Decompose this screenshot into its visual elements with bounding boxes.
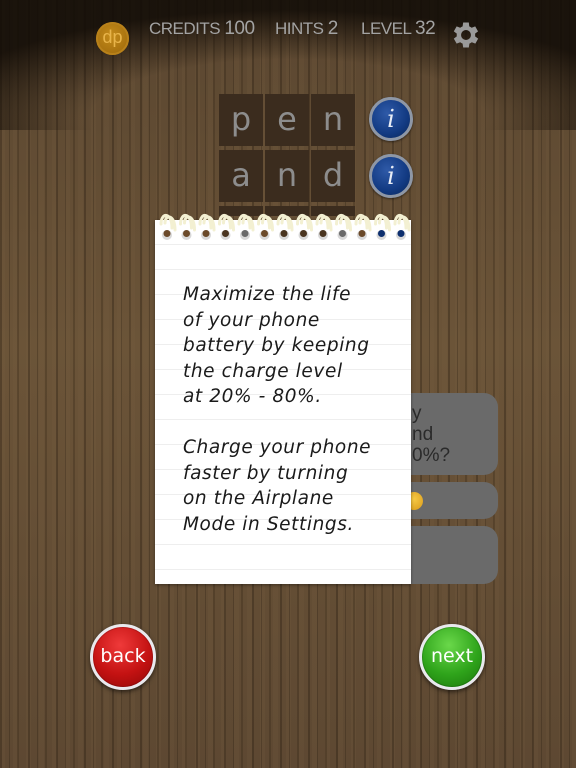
answer-bubble-text: y nd 0%? (412, 403, 451, 466)
next-button[interactable]: next (419, 624, 485, 690)
spiral-ring (315, 214, 333, 240)
spiral-ring (237, 214, 255, 240)
spiral-ring (159, 214, 177, 240)
level-value: 32 (415, 18, 436, 39)
letter-tile[interactable]: n (311, 94, 355, 146)
hints-label: HINTS (275, 19, 324, 38)
tip-paragraph-1: Maximize the life of your phone battery … (183, 284, 370, 407)
spiral-ring (276, 214, 294, 240)
letter-tile[interactable]: d (311, 150, 355, 202)
spiral-ring (218, 214, 235, 240)
spiral-ring (198, 214, 216, 240)
letter-tile[interactable]: a (219, 150, 263, 202)
hints-value: 2 (327, 18, 339, 39)
spiral-ring (179, 214, 196, 240)
level-label: LEVEL (361, 19, 411, 38)
spiral-ring (354, 214, 372, 240)
letter-tile[interactable]: e (265, 94, 309, 146)
letter-tile[interactable]: p (219, 94, 263, 146)
info-icon: i (387, 162, 395, 190)
next-label: next (430, 645, 474, 667)
info-button-row-2[interactable]: i (369, 154, 413, 198)
credits-counter: CREDITS 100 (149, 18, 255, 40)
back-label: back (100, 645, 146, 667)
coin-label: dp (102, 27, 123, 47)
tip-paragraph-2: Charge your phone faster by turning on t… (183, 437, 372, 535)
spiral-ring (296, 214, 313, 240)
letter-tile[interactable]: n (265, 150, 309, 202)
credits-value: 100 (224, 18, 255, 39)
info-icon: i (387, 105, 395, 133)
spiral-ring (393, 214, 411, 240)
spiral-binding-icon (159, 214, 411, 240)
spiral-ring (335, 214, 352, 240)
level-counter: LEVEL 32 (361, 18, 436, 40)
coin-icon[interactable]: dp (96, 22, 129, 55)
gear-icon[interactable] (449, 18, 483, 52)
spiral-ring (374, 214, 391, 240)
spiral-ring (257, 214, 274, 240)
back-button[interactable]: back (90, 624, 156, 690)
credits-label: CREDITS (149, 19, 221, 38)
hints-counter: HINTS 2 (275, 18, 338, 40)
tip-text: Maximize the life of your phone battery … (183, 282, 405, 537)
info-button-row-1[interactable]: i (369, 97, 413, 141)
